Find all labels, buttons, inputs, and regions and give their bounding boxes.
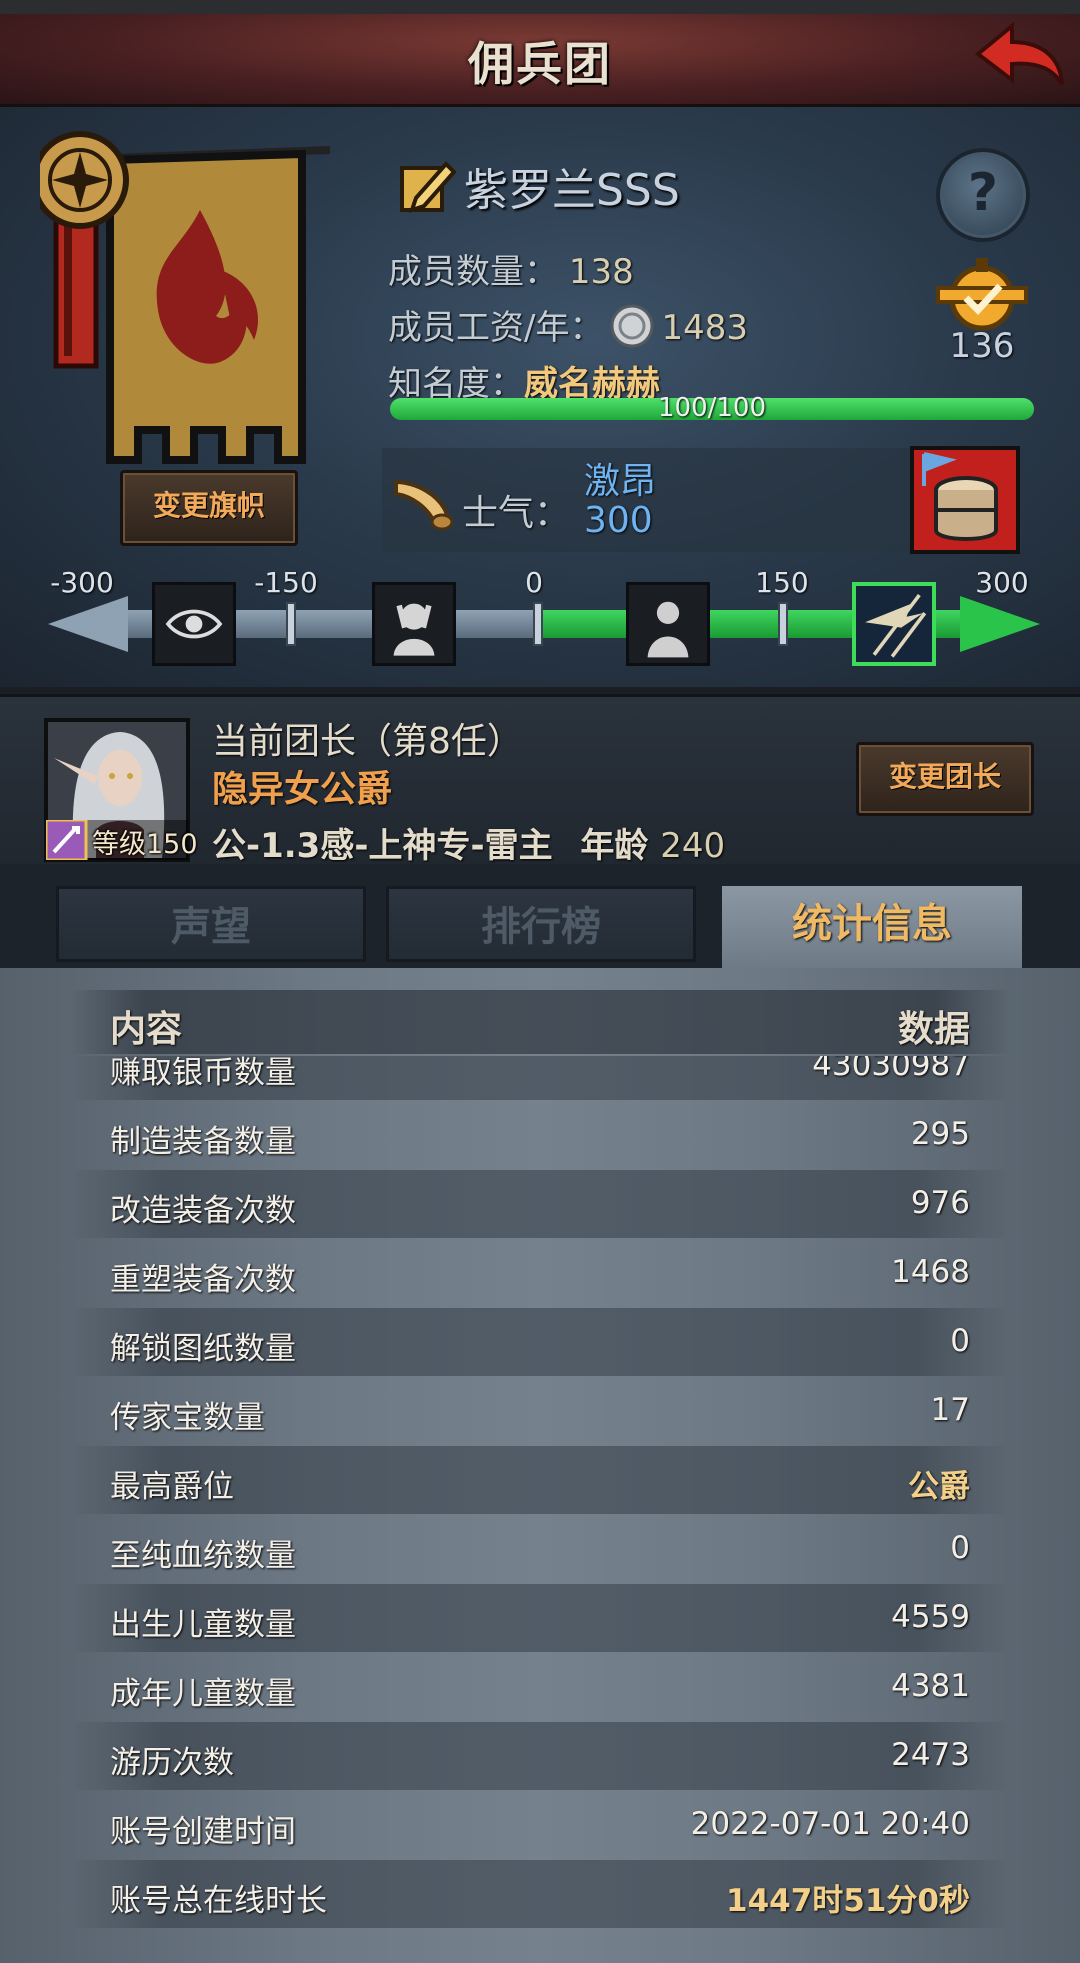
tab-reputation[interactable]: 声望 [56, 886, 366, 962]
tick-150 [778, 602, 788, 646]
leader-stats: 公-1.3感-上神专-雷主 年龄 240 [212, 818, 725, 867]
tick-neg150 [286, 602, 296, 646]
table-row: 账号总在线时长 1447时51分0秒 [70, 1860, 1010, 1928]
change-leader-button[interactable]: 变更团长 [856, 742, 1034, 816]
stats-rows-scroll[interactable]: 赚取银币数量 43030987 制造装备数量 295 改造装备次数 976 重塑装备次数 14… [70, 1056, 1010, 1963]
stats-table-header [70, 990, 1010, 1054]
table-row: 传家宝数量 17 [70, 1377, 1010, 1445]
help-button[interactable]: ? [936, 148, 1030, 242]
salary-label: 成员工资/年： [388, 308, 604, 348]
morale-charge-icon[interactable] [852, 582, 936, 666]
table-row: 出生儿童数量 4559 [70, 1584, 1010, 1652]
row-value: 17 [930, 1392, 970, 1428]
scale-right-arrow [960, 596, 1040, 652]
row-value: 0 [950, 1323, 970, 1359]
table-row: 重塑装备次数 1468 [70, 1239, 1010, 1307]
morale-eye-icon[interactable] [152, 582, 236, 666]
member-salary: 成员工资/年： 1483 [388, 300, 748, 349]
table-row: 游历次数 2473 [70, 1722, 1010, 1790]
morale-value: 300 [584, 500, 653, 541]
guild-name-row: 紫罗兰SSS [398, 158, 680, 216]
table-row: 制造装备数量 295 [70, 1101, 1010, 1169]
fame-progress-text: 100/100 [657, 393, 766, 423]
level-label: 等级 [92, 829, 146, 860]
title-bar: 佣兵团 [0, 0, 1080, 107]
row-value: 公爵 [908, 1469, 970, 1505]
row-label: 重塑装备次数 [110, 1262, 296, 1298]
tab-statistics[interactable]: 统计信息 [722, 886, 1022, 970]
morale-despair-icon[interactable] [372, 582, 456, 666]
tick-label-0: 0 [525, 566, 543, 599]
row-label: 账号创建时间 [110, 1814, 296, 1850]
table-row: 至纯血统数量 0 [70, 1515, 1010, 1583]
age-label: 年龄 [580, 826, 649, 866]
tick-label-300: 300 [975, 566, 1029, 599]
leader-level: 等级150 [92, 822, 198, 861]
row-value: 295 [910, 1116, 970, 1152]
row-value: 2022-07-01 20:40 [690, 1806, 970, 1842]
row-value: 4381 [891, 1668, 970, 1704]
morale-state: 激昂 [584, 461, 657, 502]
row-label: 成年儿童数量 [110, 1676, 296, 1712]
row-label: 账号总在线时长 [110, 1883, 327, 1919]
leader-traits: 公-1.3感-上神专-雷主 [212, 826, 553, 866]
row-label: 制造装备数量 [110, 1124, 296, 1160]
level-value: 150 [146, 829, 198, 860]
leader-title: 当前团长（第8任） [212, 721, 523, 762]
tick-0 [533, 602, 543, 646]
members-value: 138 [568, 252, 634, 292]
members-label: 成员数量： [388, 252, 558, 292]
tick-label-neg300: -300 [50, 566, 114, 599]
row-label: 出生儿童数量 [110, 1607, 296, 1643]
salary-value: 1483 [661, 308, 748, 348]
members-count: 成员数量： 138 [388, 244, 634, 293]
header-data: 数据 [897, 1009, 970, 1050]
back-arrow-icon[interactable] [968, 20, 1068, 96]
horn-icon [394, 479, 454, 530]
guild-banner-icon [40, 131, 331, 464]
row-value: 1468 [891, 1254, 970, 1290]
row-label: 传家宝数量 [110, 1400, 265, 1436]
row-label: 最高爵位 [110, 1469, 234, 1505]
table-row: 账号创建时间 2022-07-01 20:40 [70, 1791, 1010, 1859]
tab-ranking[interactable]: 排行榜 [386, 886, 696, 962]
row-value: 43030987 [812, 1056, 970, 1083]
row-value: 1447时51分0秒 [726, 1883, 970, 1919]
leader-name: 隐异女公爵 [212, 769, 393, 810]
age-value: 240 [660, 826, 726, 866]
table-row: 成年儿童数量 4381 [70, 1653, 1010, 1721]
rank-value: 136 [949, 326, 1015, 366]
row-label: 赚取银币数量 [110, 1056, 296, 1091]
morale-label: 士气： [462, 493, 571, 534]
row-value: 0 [950, 1530, 970, 1566]
scale-left-arrow [48, 596, 128, 652]
edit-name-icon[interactable] [398, 158, 456, 214]
row-label: 游历次数 [110, 1745, 234, 1781]
silver-coin-icon [610, 304, 654, 348]
table-row: 最高爵位 公爵 [70, 1446, 1010, 1514]
table-row: 解锁图纸数量 0 [70, 1308, 1010, 1376]
morale-calm-icon[interactable] [626, 582, 710, 666]
row-label: 解锁图纸数量 [110, 1331, 296, 1367]
row-label: 改造装备次数 [110, 1193, 296, 1229]
row-label: 至纯血统数量 [110, 1538, 296, 1574]
row-value: 2473 [891, 1737, 970, 1773]
page-title: 佣兵团 [468, 37, 612, 91]
header-content: 内容 [110, 1009, 183, 1050]
status-strip [0, 0, 1080, 14]
row-value: 976 [910, 1185, 970, 1221]
tick-label-150: 150 [755, 566, 809, 599]
tick-label-neg150: -150 [254, 566, 318, 599]
change-flag-button[interactable]: 变更旗帜 [120, 470, 298, 546]
war-drum-icon[interactable] [910, 446, 1020, 554]
table-row: 改造装备次数 976 [70, 1170, 1010, 1238]
guild-name: 紫罗兰SSS [464, 165, 680, 216]
table-row: 赚取银币数量 43030987 [70, 1056, 1010, 1100]
row-value: 4559 [891, 1599, 970, 1635]
